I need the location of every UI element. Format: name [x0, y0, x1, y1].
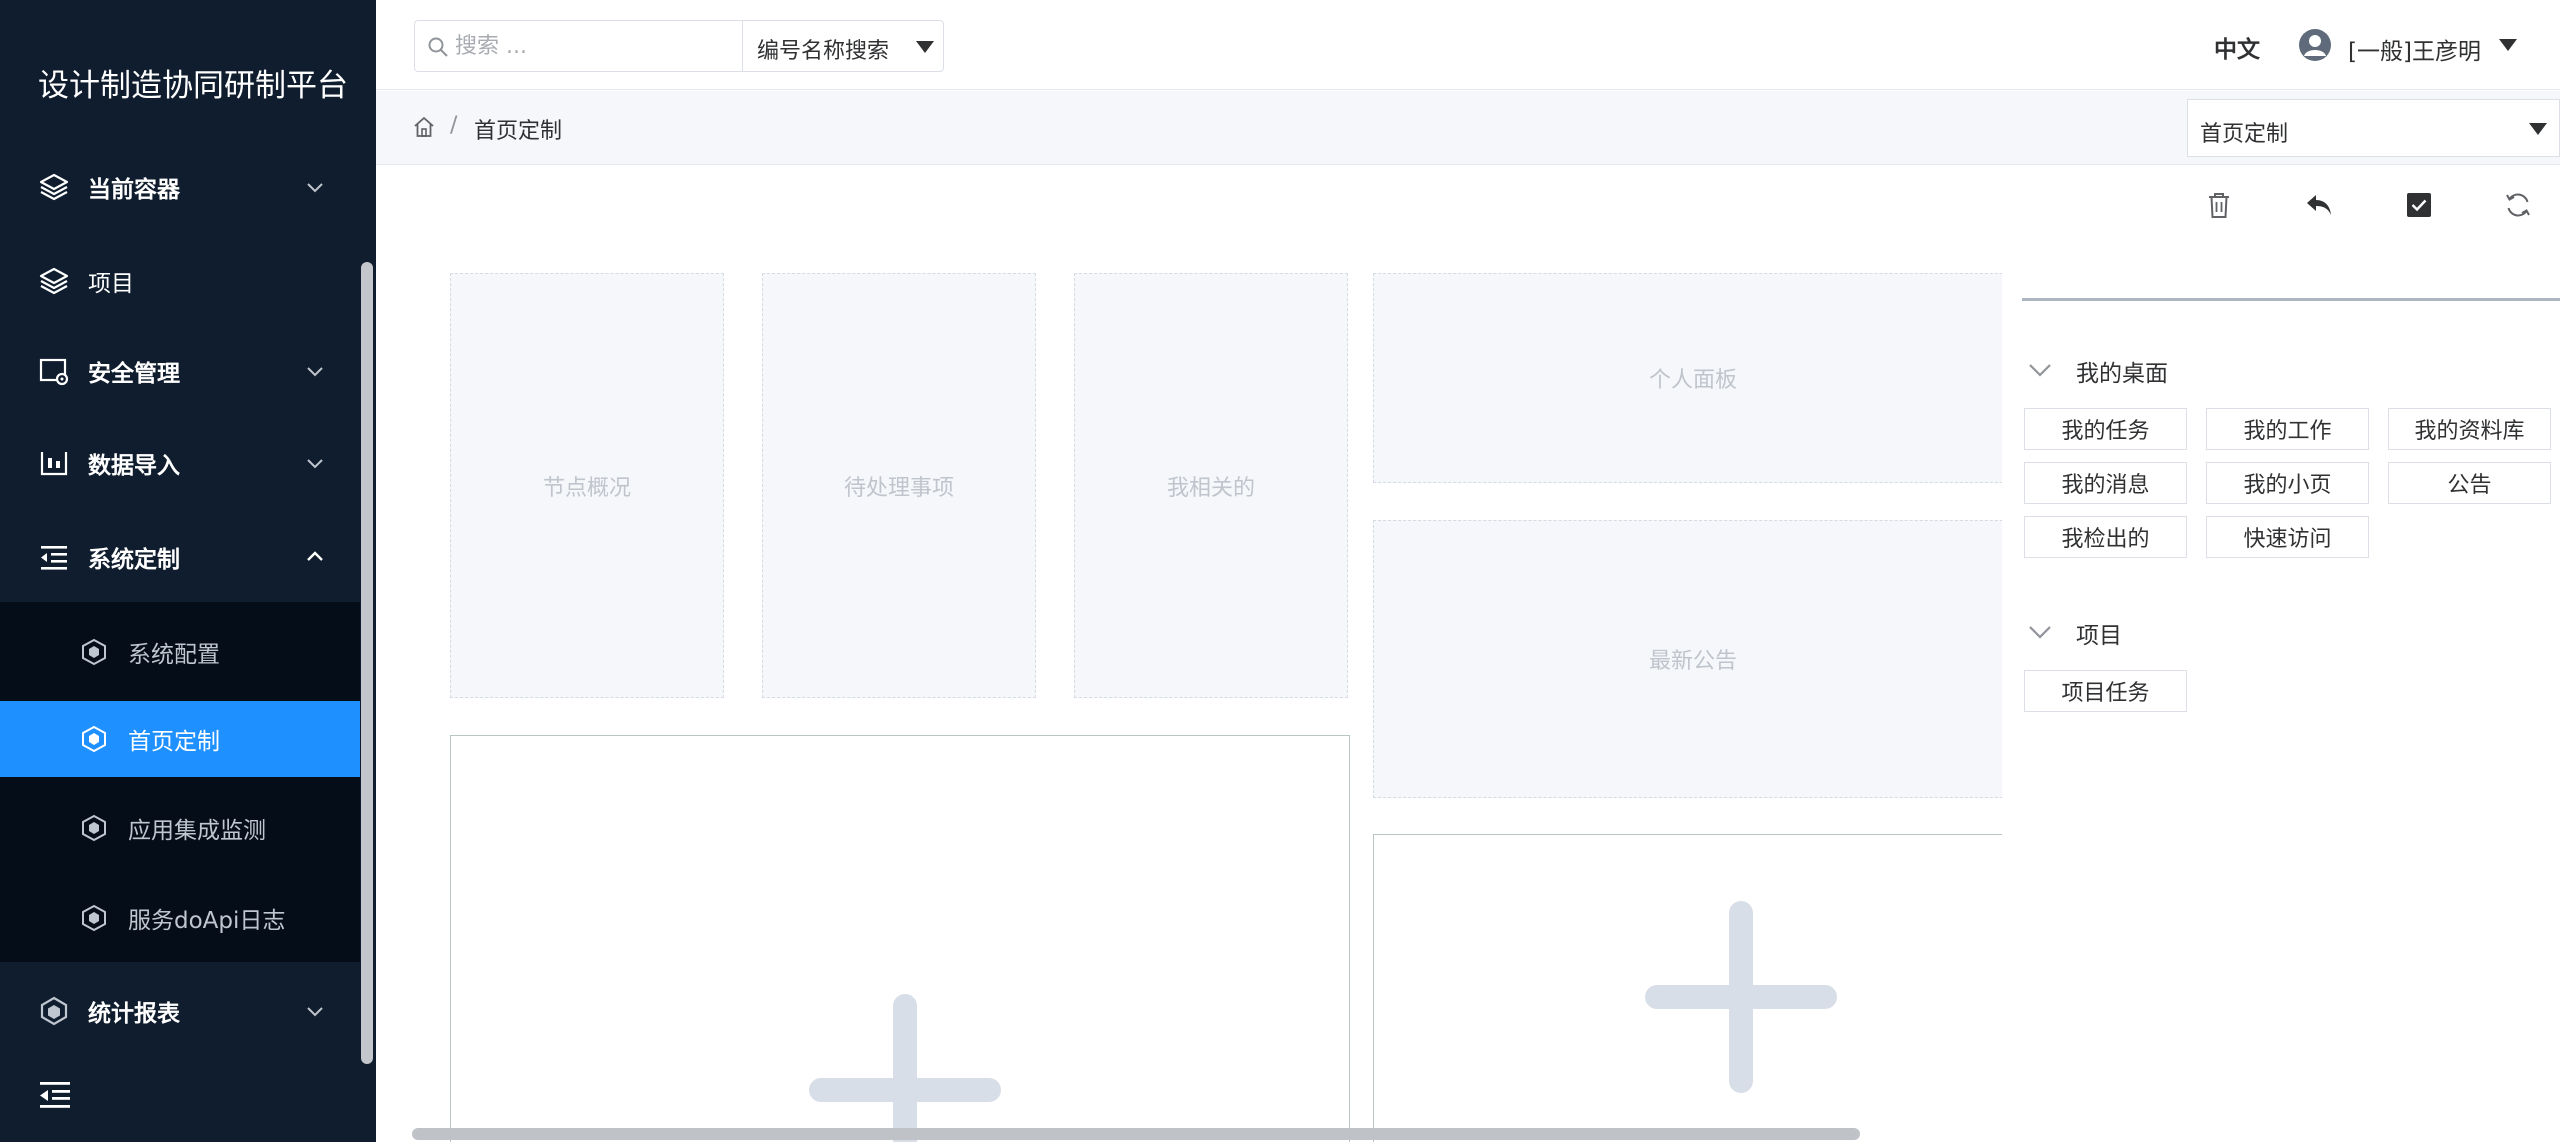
- sidebar-subitem-doapi-log[interactable]: 服务doApi日志: [0, 880, 360, 956]
- search-input[interactable]: [455, 29, 735, 63]
- add-widget-slot[interactable]: [450, 735, 1350, 1142]
- group-title: 我的桌面: [2076, 361, 2168, 387]
- sidebar-subitem-app-integration-monitor[interactable]: 应用集成监测: [0, 790, 360, 866]
- breadcrumb: / 首页定制 首页定制: [376, 91, 2560, 165]
- sidebar-subitem-system-config[interactable]: 系统配置: [0, 614, 360, 690]
- sidebar-item-data-import[interactable]: 数据导入: [0, 418, 360, 508]
- plus-icon: [809, 994, 1001, 1142]
- indent-list-icon: [41, 546, 67, 570]
- widget-library-panel: 我的桌面 我的任务 我的工作 我的资料库 我的消息 我的小页 公告 我检出的 快…: [2022, 290, 2560, 1142]
- refresh-icon[interactable]: [2503, 190, 2533, 220]
- sidebar-item-label: 数据导入: [88, 453, 180, 479]
- sidebar-item-label: 统计报表: [88, 1001, 180, 1027]
- save-check-icon[interactable]: [2404, 190, 2434, 220]
- chevron-down-icon: [307, 183, 323, 193]
- language-switch[interactable]: 中文: [2214, 30, 2260, 64]
- page-template-select[interactable]: 首页定制: [2187, 99, 2560, 157]
- widget-chip-project-tasks[interactable]: 项目任务: [2024, 670, 2187, 712]
- search-input-wrap: [415, 21, 743, 71]
- search-mode-select[interactable]: 编号名称搜索: [743, 21, 943, 71]
- chevron-down-icon: [307, 459, 323, 469]
- layers-icon: [39, 173, 69, 201]
- widget-chip-my-work[interactable]: 我的工作: [2206, 408, 2369, 450]
- breadcrumb-current: 首页定制: [474, 119, 563, 144]
- user-name: [一般]王彦明: [2348, 39, 2481, 65]
- sidebar-submenu: 系统配置 首页定制 应用集成监测 服务doApi日志: [0, 602, 360, 962]
- data-import-icon: [40, 452, 68, 476]
- widget-chip-my-library[interactable]: 我的资料库: [2388, 408, 2551, 450]
- sidebar-subitem-label: 服务doApi日志: [128, 908, 286, 934]
- sidebar-item-label: 安全管理: [88, 361, 180, 387]
- page-template-select-value: 首页定制: [2200, 122, 2289, 147]
- sidebar-subitem-label: 首页定制: [128, 729, 220, 755]
- widget-chip-my-mini-page[interactable]: 我的小页: [2206, 462, 2369, 504]
- chevron-down-icon: [307, 367, 323, 377]
- chevron-down-icon: [2029, 364, 2051, 377]
- sidebar-item-system-customization[interactable]: 系统定制: [0, 512, 360, 602]
- panel-divider: [2022, 298, 2560, 301]
- chevron-down-icon: [307, 1007, 323, 1017]
- chevron-down-icon: [2029, 626, 2051, 639]
- add-widget-slot[interactable]: [1373, 834, 2002, 1142]
- caret-down-icon: [2499, 39, 2517, 51]
- sidebar-subitem-label: 应用集成监测: [128, 818, 266, 844]
- sidebar-item-label: 项目: [88, 271, 134, 297]
- widget-chip-my-tasks[interactable]: 我的任务: [2024, 408, 2187, 450]
- undo-icon[interactable]: [2304, 190, 2334, 220]
- chevron-up-icon: [307, 551, 323, 561]
- sidebar: 设计制造协同研制平台 当前容器 项目 安全管理 数据导入 系统定制 系统配置 首…: [0, 0, 376, 1142]
- group-title: 项目: [2076, 623, 2122, 649]
- app-title: 设计制造协同研制平台: [38, 68, 348, 104]
- plus-icon: [1645, 901, 1837, 1093]
- widget-related-to-me[interactable]: 我相关的: [1074, 273, 1348, 698]
- security-settings-icon: [39, 358, 69, 386]
- home-icon[interactable]: [412, 115, 436, 139]
- search-icon: [428, 37, 448, 57]
- sidebar-item-label: 当前容器: [88, 177, 180, 203]
- layers-icon: [39, 267, 69, 295]
- widget-chip-announcement[interactable]: 公告: [2388, 462, 2551, 504]
- avatar-icon: [2299, 29, 2331, 61]
- sidebar-scrollbar-thumb[interactable]: [361, 262, 373, 1064]
- sidebar-item-label: 系统定制: [88, 547, 180, 573]
- sidebar-subitem-label: 系统配置: [128, 642, 220, 668]
- hexagon-icon: [82, 725, 106, 753]
- collapse-sidebar-icon[interactable]: [38, 1078, 72, 1112]
- widget-personal-panel[interactable]: 个人面板: [1373, 273, 2002, 483]
- widget-node-overview[interactable]: 节点概况: [450, 273, 724, 698]
- top-header: 编号名称搜索 中文 [一般]王彦明: [376, 0, 2560, 90]
- sidebar-item-project[interactable]: 项目: [0, 236, 360, 326]
- canvas-horizontal-scrollbar[interactable]: [412, 1128, 1860, 1140]
- hexagon-icon: [82, 638, 106, 666]
- search-box: 编号名称搜索: [414, 20, 944, 72]
- breadcrumb-separator: /: [450, 113, 458, 138]
- sidebar-item-statistics[interactable]: 统计报表: [0, 966, 360, 1056]
- widget-chip-my-messages[interactable]: 我的消息: [2024, 462, 2187, 504]
- sidebar-item-current-container[interactable]: 当前容器: [0, 142, 360, 232]
- homepage-layout-canvas: 节点概况 待处理事项 我相关的 个人面板 最新公告: [376, 166, 2002, 1142]
- sidebar-subitem-homepage-customization[interactable]: 首页定制: [0, 701, 360, 777]
- hexagon-icon: [40, 996, 68, 1026]
- sidebar-item-security[interactable]: 安全管理: [0, 326, 360, 416]
- widget-chip-quick-access[interactable]: 快速访问: [2206, 516, 2369, 558]
- caret-down-icon: [916, 41, 934, 53]
- trash-icon[interactable]: [2204, 190, 2234, 220]
- search-mode-label: 编号名称搜索: [757, 39, 890, 64]
- hexagon-icon: [82, 904, 106, 932]
- caret-down-icon: [2529, 123, 2547, 135]
- hexagon-icon: [82, 814, 106, 842]
- widget-latest-announcement[interactable]: 最新公告: [1373, 520, 2002, 798]
- widget-chip-my-checkouts[interactable]: 我检出的: [2024, 516, 2187, 558]
- widget-pending-items[interactable]: 待处理事项: [762, 273, 1036, 698]
